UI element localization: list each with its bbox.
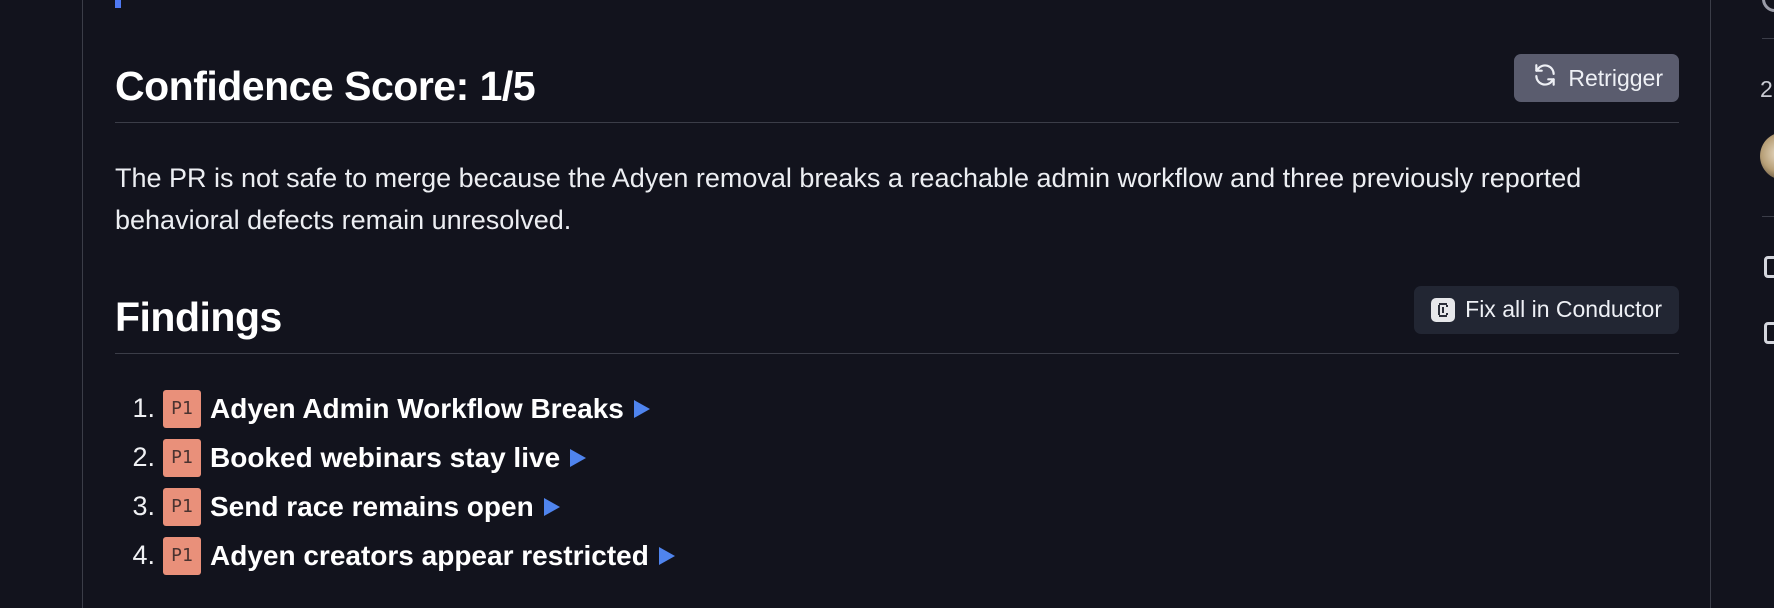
findings-list: 1. P1 Adyen Admin Workflow Breaks 2. P1 … <box>115 384 675 580</box>
findings-title: Findings <box>115 294 282 340</box>
expand-arrow-icon[interactable] <box>570 448 587 467</box>
priority-badge: P1 <box>163 438 201 477</box>
confidence-title: Confidence Score: 1/5 <box>115 62 536 109</box>
expand-arrow-icon[interactable] <box>633 399 650 418</box>
retrigger-button[interactable]: Retrigger <box>1514 54 1679 102</box>
finding-number: 2. <box>132 442 155 472</box>
finding-item[interactable]: 1. P1 Adyen Admin Workflow Breaks <box>115 384 675 433</box>
finding-number: 1. <box>132 393 155 423</box>
conductor-logo-icon <box>1431 297 1456 322</box>
lock-icon[interactable] <box>1764 256 1774 278</box>
review-page: Confidence Score: 1/5 Retrigger The PR i… <box>0 0 1774 608</box>
finding-title: Adyen creators appear restricted <box>210 539 649 571</box>
finding-item[interactable]: 4. P1 Adyen creators appear restricted <box>115 531 675 580</box>
finding-number: 4. <box>132 540 155 570</box>
confidence-header: Confidence Score: 1/5 Retrigger <box>115 52 1679 123</box>
sidebar-count: 2 <box>1760 76 1773 102</box>
expand-arrow-icon[interactable] <box>658 546 675 565</box>
finding-title: Send race remains open <box>210 490 534 522</box>
fix-all-in-conductor-button[interactable]: Fix all in Conductor <box>1414 285 1679 334</box>
refresh-icon <box>1532 62 1558 94</box>
priority-badge: P1 <box>163 389 201 428</box>
expand-arrow-icon[interactable] <box>543 497 560 516</box>
accent-bar <box>115 0 121 8</box>
right-sidebar: 2 <box>1712 0 1774 608</box>
avatar[interactable] <box>1760 132 1774 180</box>
summary-text: The PR is not safe to merge because the … <box>115 163 1582 235</box>
priority-badge: P1 <box>163 536 201 575</box>
finding-item[interactable]: 3. P1 Send race remains open <box>115 482 675 531</box>
fix-all-label: Fix all in Conductor <box>1465 296 1662 322</box>
finding-title: Adyen Admin Workflow Breaks <box>210 392 624 424</box>
retrigger-label: Retrigger <box>1568 64 1663 91</box>
finding-title: Booked webinars stay live <box>210 441 561 473</box>
sidebar-divider <box>1762 216 1774 217</box>
findings-header: Findings Fix all in Conductor <box>115 284 1679 354</box>
finding-item[interactable]: 2. P1 Booked webinars stay live <box>115 433 675 482</box>
archive-icon[interactable] <box>1764 322 1774 344</box>
priority-badge: P1 <box>163 487 201 526</box>
sidebar-divider <box>1762 38 1774 39</box>
finding-number: 3. <box>132 491 155 521</box>
status-ring-icon <box>1762 0 1774 12</box>
